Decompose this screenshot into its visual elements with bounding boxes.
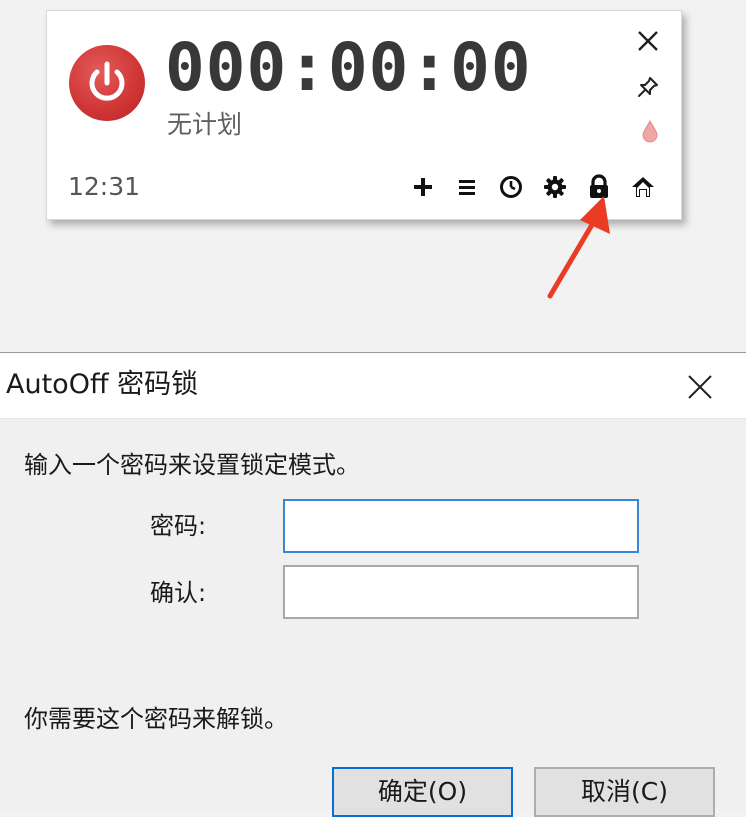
menu-icon[interactable] xyxy=(453,173,481,201)
pin-icon[interactable] xyxy=(634,73,662,101)
plan-label: 无计划 xyxy=(167,110,243,139)
dialog-hint: 你需要这个密码来解锁。 xyxy=(24,705,288,733)
password-label: 密码: xyxy=(150,512,207,540)
current-time: 12:31 xyxy=(68,172,141,201)
dialog-title: AutoOff 密码锁 xyxy=(6,369,199,400)
dialog-close-button[interactable] xyxy=(682,369,718,405)
confirm-password-input[interactable] xyxy=(283,565,639,619)
add-icon[interactable] xyxy=(409,173,437,201)
home-icon[interactable] xyxy=(629,173,657,201)
password-input[interactable] xyxy=(283,499,639,553)
timer-display: 000:00:00 xyxy=(165,29,532,106)
annotation-arrow xyxy=(547,196,610,299)
password-dialog: AutoOff 密码锁 输入一个密码来设置锁定模式。 密码: 确认: 你需要这个… xyxy=(0,352,746,817)
timer-widget: 000:00:00 无计划 12:31 xyxy=(46,10,682,220)
power-button[interactable] xyxy=(69,45,145,121)
drop-icon[interactable] xyxy=(636,117,664,145)
confirm-label: 确认: xyxy=(150,579,207,607)
power-icon xyxy=(89,61,125,101)
close-icon[interactable] xyxy=(634,27,662,55)
close-icon xyxy=(688,375,712,399)
dialog-title-bar: AutoOff 密码锁 xyxy=(0,353,746,419)
clock-icon[interactable] xyxy=(497,173,525,201)
dialog-instruction: 输入一个密码来设置锁定模式。 xyxy=(24,451,360,479)
